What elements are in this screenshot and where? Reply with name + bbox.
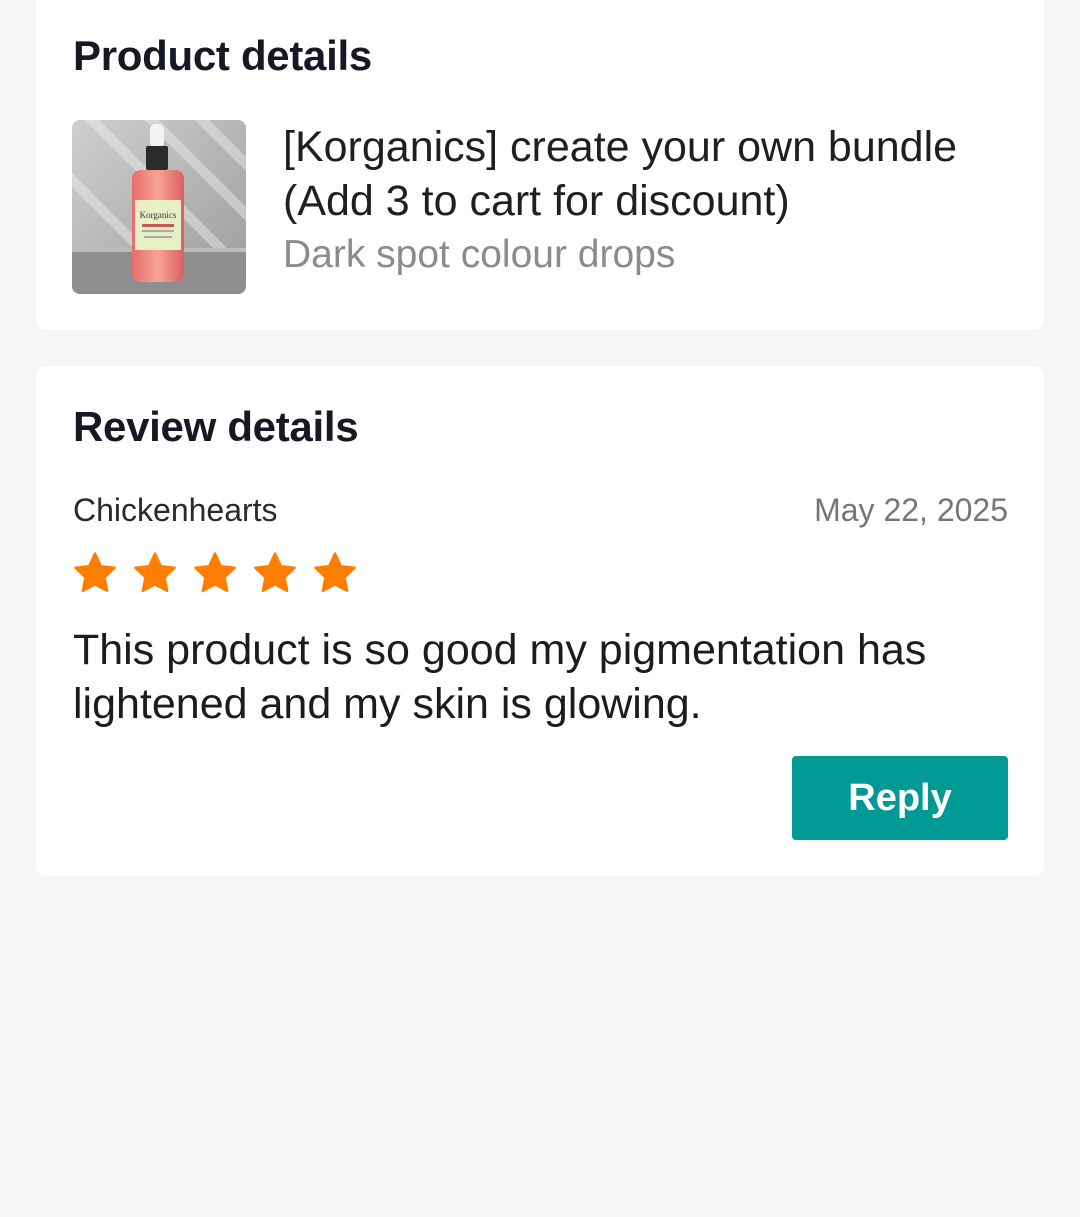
product-variant: Dark spot colour drops (283, 233, 676, 276)
product-details-title: Product details (73, 32, 372, 79)
product-thumbnail[interactable]: Korganics (72, 120, 246, 294)
star-filled-icon (314, 552, 356, 593)
product-details-card: Product details Korganics [Korganics] cr… (36, 0, 1044, 330)
star-filled-icon (74, 552, 116, 593)
reviewer-name: Chickenhearts (73, 492, 278, 528)
star-rating (72, 550, 358, 596)
review-details-title: Review details (73, 403, 359, 450)
star-filled-icon (254, 552, 296, 593)
reply-button[interactable]: Reply (792, 756, 1008, 840)
star-filled-icon (194, 552, 236, 593)
review-text: This product is so good my pigmentation … (73, 626, 927, 728)
serum-bottle-icon: Korganics (72, 120, 246, 294)
review-details-card: Review details Chickenhearts May 22, 202… (36, 366, 1044, 876)
product-name[interactable]: [Korganics] create your own bundle (Add … (283, 120, 1018, 228)
review-date: May 22, 2025 (814, 492, 1008, 528)
product-thumbnail-brand-text: Korganics (140, 210, 177, 220)
star-filled-icon (134, 552, 176, 593)
